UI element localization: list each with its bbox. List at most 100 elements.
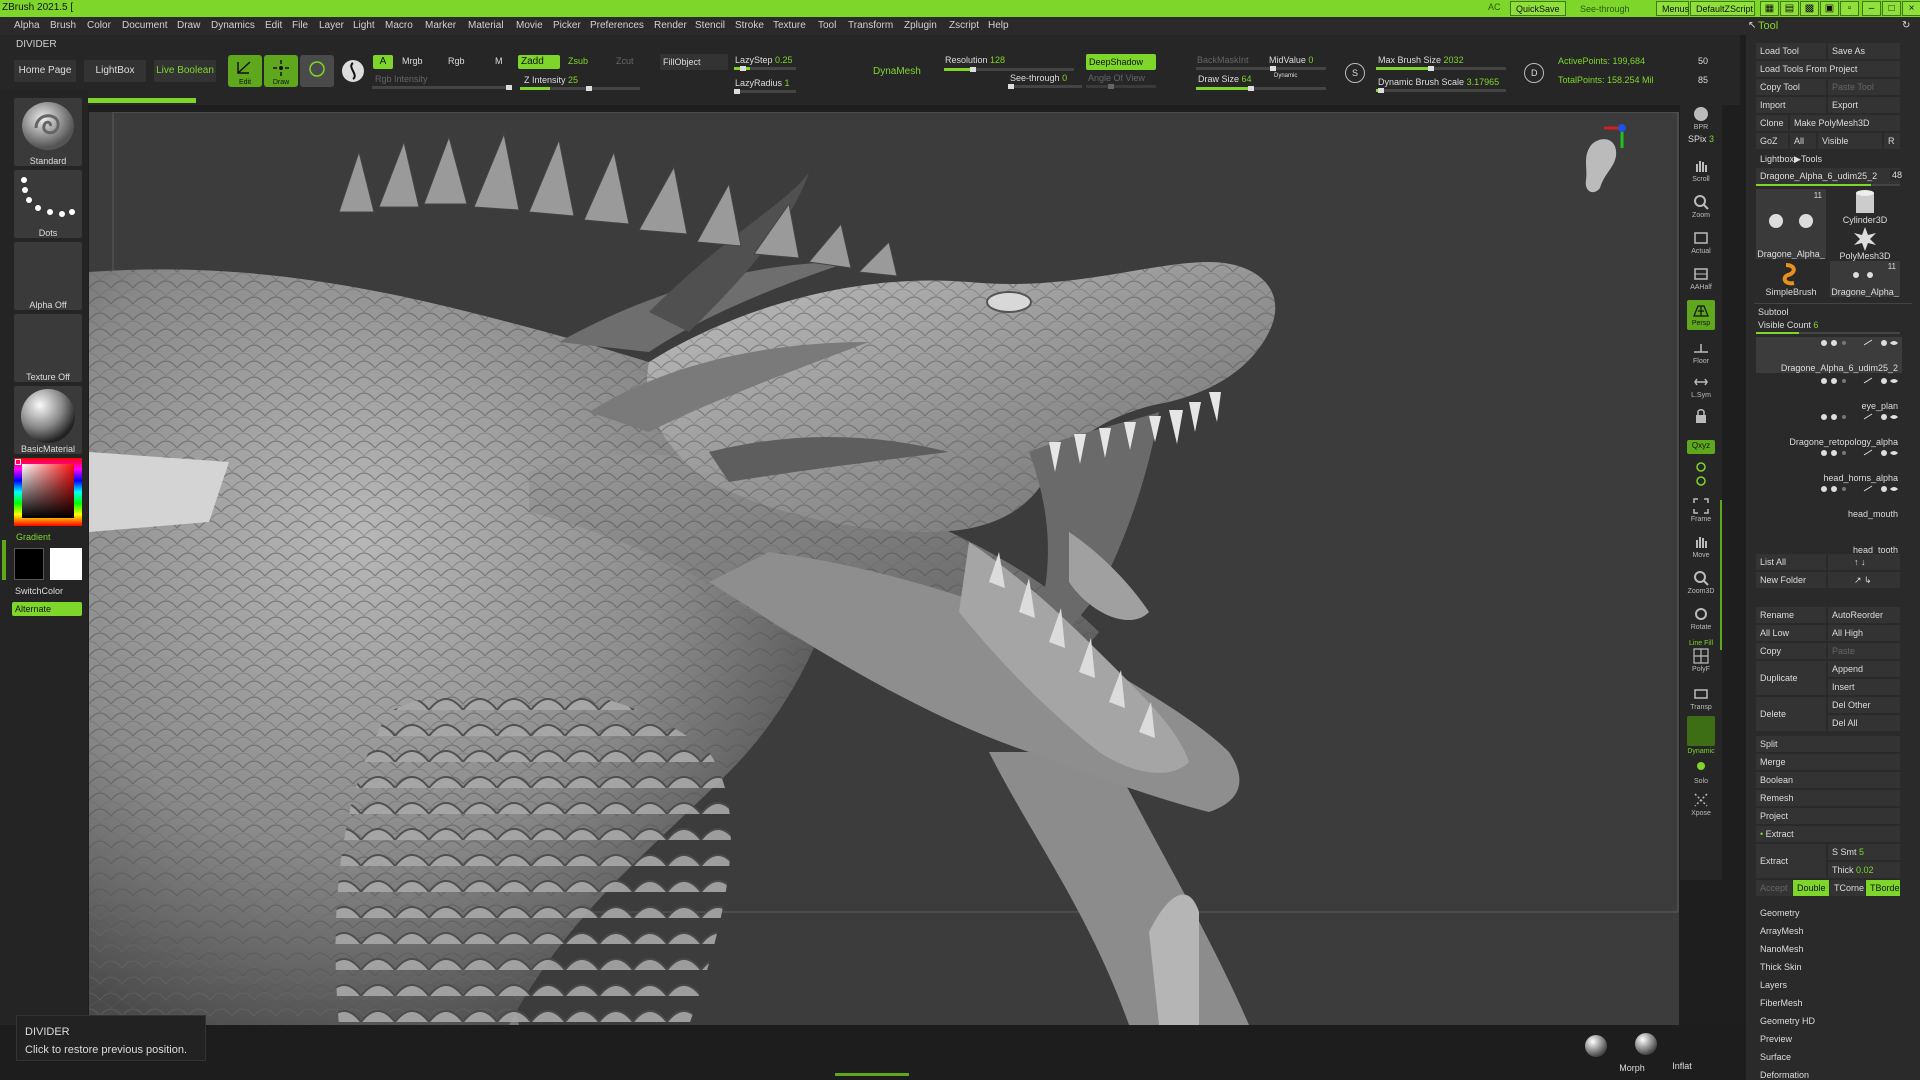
menu-help[interactable]: Help (988, 20, 1009, 31)
menus-button[interactable]: Menus (1656, 1, 1689, 16)
subtool-item-head-mouth[interactable]: head_mouth (1756, 483, 1902, 519)
nanomesh-menu[interactable]: NanoMesh (1760, 944, 1804, 954)
arraymesh-menu[interactable]: ArrayMesh (1760, 926, 1804, 936)
import-button[interactable]: Import (1756, 97, 1826, 113)
menu-draw[interactable]: Draw (177, 20, 200, 31)
tool-thumb-cylinder3d[interactable]: Cylinder3D (1830, 189, 1900, 225)
layout2-icon[interactable]: ▩ (1800, 1, 1819, 16)
bpr-button[interactable]: BPR (1687, 104, 1715, 132)
thick-slider[interactable]: Thick 0.02 (1828, 862, 1900, 878)
rgb-toggle[interactable]: Rgb (448, 56, 465, 66)
canvas-viewport[interactable] (89, 112, 1679, 1025)
goz-all-button[interactable]: All (1790, 133, 1816, 149)
menu-document[interactable]: Document (122, 20, 168, 31)
menu-brush[interactable]: Brush (50, 20, 76, 31)
deformation-menu[interactable]: Deformation (1760, 1070, 1809, 1080)
load-tool-button[interactable]: Load Tool (1756, 43, 1826, 59)
seethrough-slider[interactable]: See-through 0 (1574, 1, 1636, 29)
menu-movie[interactable]: Movie (516, 20, 543, 31)
secondary-color-swatch[interactable] (14, 548, 44, 580)
deepshadow-button[interactable]: DeepShadow (1086, 54, 1156, 70)
goz-visible-button[interactable]: Visible (1818, 133, 1882, 149)
live-boolean-button[interactable]: Live Boolean (154, 60, 216, 82)
scroll-button[interactable]: Scroll (1687, 156, 1715, 184)
menu-macro[interactable]: Macro (385, 20, 413, 31)
fibermesh-menu[interactable]: FiberMesh (1760, 998, 1803, 1008)
menu-transform[interactable]: Transform (848, 20, 893, 31)
double-toggle[interactable]: Double (1793, 880, 1829, 896)
split-menu[interactable]: Split (1756, 736, 1900, 752)
save-as-button[interactable]: Save As (1828, 43, 1900, 59)
move-mode-button[interactable] (300, 55, 334, 87)
zsub-toggle[interactable]: Zsub (568, 56, 588, 66)
boolean-menu[interactable]: Boolean (1756, 772, 1900, 788)
dynamic-button[interactable]: Dynamic (1687, 716, 1715, 755)
menu-light[interactable]: Light (353, 20, 375, 31)
rename-button[interactable]: Rename (1756, 607, 1826, 623)
tborde-toggle[interactable]: TBorde (1866, 880, 1900, 896)
navigation-gizmo[interactable] (1564, 122, 1644, 212)
lsym-button[interactable]: L.Sym (1687, 372, 1715, 400)
draw-size-slider[interactable] (1196, 86, 1326, 91)
morph-brush-button[interactable]: Morph (1578, 1033, 1645, 1073)
transp-button[interactable]: Transp (1687, 684, 1715, 712)
autoreorder-button[interactable]: AutoReorder (1828, 607, 1900, 623)
inflat-brush-button[interactable]: Inflat (1628, 1031, 1692, 1071)
current-tool-slider[interactable]: Dragone_Alpha_6_udim25_2 (1756, 168, 1900, 184)
layers-menu[interactable]: Layers (1760, 980, 1787, 990)
lazyradius-slider[interactable] (734, 89, 796, 94)
zoom-button[interactable]: Zoom (1687, 192, 1715, 220)
primary-color-swatch[interactable] (50, 548, 82, 580)
actual-button[interactable]: Actual (1687, 228, 1715, 256)
menu-zplugin[interactable]: Zplugin (904, 20, 937, 31)
a-toggle[interactable]: A (373, 55, 393, 69)
menu-stencil[interactable]: Stencil (695, 20, 725, 31)
subtool-item-head-tooth[interactable]: head_tooth (1756, 519, 1902, 555)
gradient-toggle[interactable]: Gradient (16, 532, 51, 542)
quicksave-button[interactable]: QuickSave (1510, 1, 1566, 16)
restore-icon[interactable]: □ (1882, 1, 1901, 16)
standard-brush-thumb[interactable]: Standard (14, 98, 82, 166)
qxyz-button[interactable]: Qxyz (1687, 440, 1715, 454)
left-shelf-divider[interactable] (2, 540, 6, 580)
tool-palette-reset-icon[interactable]: ↻ (1902, 20, 1910, 31)
aahalf-button[interactable]: AAHalf (1687, 264, 1715, 292)
texture-thumb[interactable]: Texture Off (14, 314, 82, 382)
lightbox-button[interactable]: LightBox (84, 60, 146, 82)
close-icon[interactable]: × (1902, 1, 1920, 16)
default-zscript-button[interactable]: DefaultZScript (1690, 1, 1755, 16)
bottom-divider-handle[interactable] (835, 1073, 909, 1076)
home-page-button[interactable]: Home Page (14, 60, 76, 82)
subtool-visibility-icons[interactable] (1818, 339, 1898, 347)
menu-render[interactable]: Render (654, 20, 687, 31)
minimize-icon[interactable]: – (1862, 1, 1881, 16)
fillobject-button[interactable]: FillObject (660, 54, 728, 70)
subtool-item-retopology[interactable]: Dragone_retopology_alpha (1756, 411, 1902, 447)
lock-button[interactable] (1687, 406, 1715, 434)
subtool-visibility-icons[interactable] (1818, 413, 1898, 421)
dots-stroke-thumb[interactable]: Dots (14, 170, 82, 238)
subtool-item-head-horns[interactable]: head_horns_alpha (1756, 447, 1902, 483)
subtool-item-dragone-alpha[interactable]: Dragone_Alpha_6_udim25_2 (1756, 337, 1902, 373)
project-menu[interactable]: Project (1756, 808, 1900, 824)
extract-button[interactable]: Extract (1756, 844, 1826, 878)
material-thumb[interactable]: BasicMaterial (14, 386, 82, 454)
draw-mode-button[interactable]: Draw (264, 55, 298, 87)
solo-button[interactable]: Solo (1687, 758, 1715, 786)
menu-stroke[interactable]: Stroke (735, 20, 764, 31)
dynamic-toggle[interactable]: Dynamic (1274, 73, 1297, 79)
xpose-button[interactable]: Xpose (1687, 790, 1715, 818)
layout4-icon[interactable]: ▫ (1840, 1, 1859, 16)
menu-edit[interactable]: Edit (265, 20, 282, 31)
dynamic-d-icon[interactable]: D (1524, 63, 1544, 83)
menu-picker[interactable]: Picker (553, 20, 581, 31)
menu-preferences[interactable]: Preferences (590, 20, 644, 31)
list-all-button[interactable]: List All (1756, 554, 1826, 570)
duplicate-button[interactable]: Duplicate (1756, 661, 1826, 695)
floor-button[interactable]: Floor (1687, 338, 1715, 366)
menu-layer[interactable]: Layer (319, 20, 344, 31)
menu-alpha[interactable]: Alpha (14, 20, 40, 31)
resolution-slider[interactable] (944, 67, 1074, 72)
delete-button[interactable]: Delete (1756, 697, 1826, 731)
palette-icon[interactable]: ▦ (1760, 1, 1779, 16)
